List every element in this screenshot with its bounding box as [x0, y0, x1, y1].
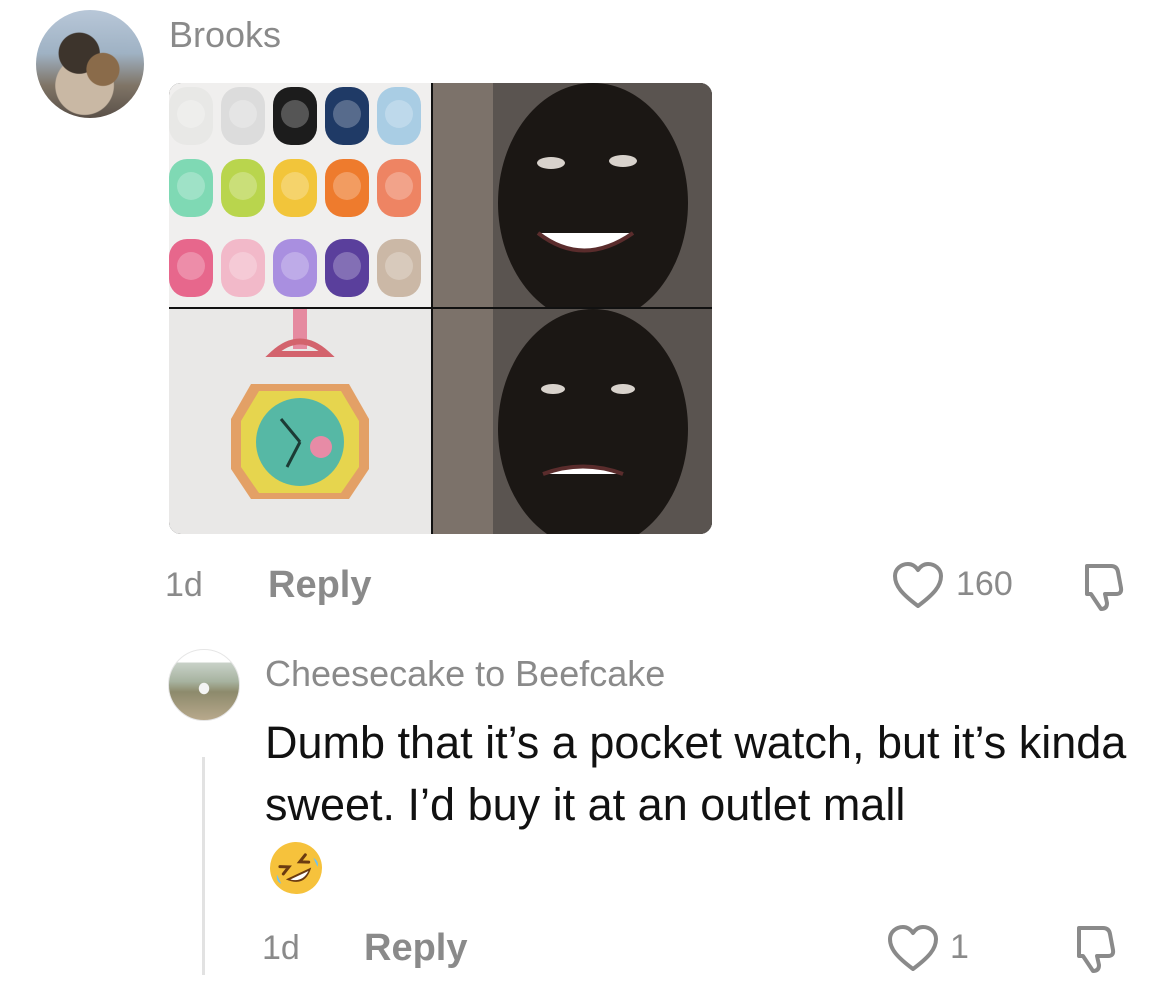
- username-brooks[interactable]: Brooks: [169, 17, 281, 53]
- comment-text: Dumb that it’s a pocket watch, but it’s …: [265, 717, 1127, 830]
- reply-button[interactable]: Reply: [268, 566, 371, 604]
- like-count: 1: [950, 928, 969, 966]
- heart-icon[interactable]: [892, 561, 944, 611]
- meme-panel-watch-grid: [169, 83, 431, 307]
- reply-button[interactable]: Reply: [364, 929, 467, 967]
- comment-time: 1d: [165, 566, 203, 604]
- meme-panel-reaction-disappointed: [433, 309, 712, 534]
- meme-image[interactable]: [169, 83, 712, 534]
- avatar-cheesecake[interactable]: [168, 649, 240, 721]
- username-cheesecake[interactable]: Cheesecake to Beefcake: [265, 656, 665, 692]
- avatar-brooks[interactable]: [36, 10, 144, 118]
- thread-line: [202, 757, 205, 975]
- thumbs-down-icon[interactable]: [1065, 922, 1117, 974]
- comment-time: 1d: [262, 929, 300, 967]
- heart-icon[interactable]: [887, 924, 939, 974]
- thumbs-down-icon[interactable]: [1073, 560, 1125, 612]
- meme-panel-pocket-watch: [169, 309, 431, 534]
- like-count: 160: [956, 565, 1013, 603]
- rolling-on-floor-laughing-emoji: [266, 838, 326, 898]
- meme-panel-reaction-happy: [433, 83, 712, 323]
